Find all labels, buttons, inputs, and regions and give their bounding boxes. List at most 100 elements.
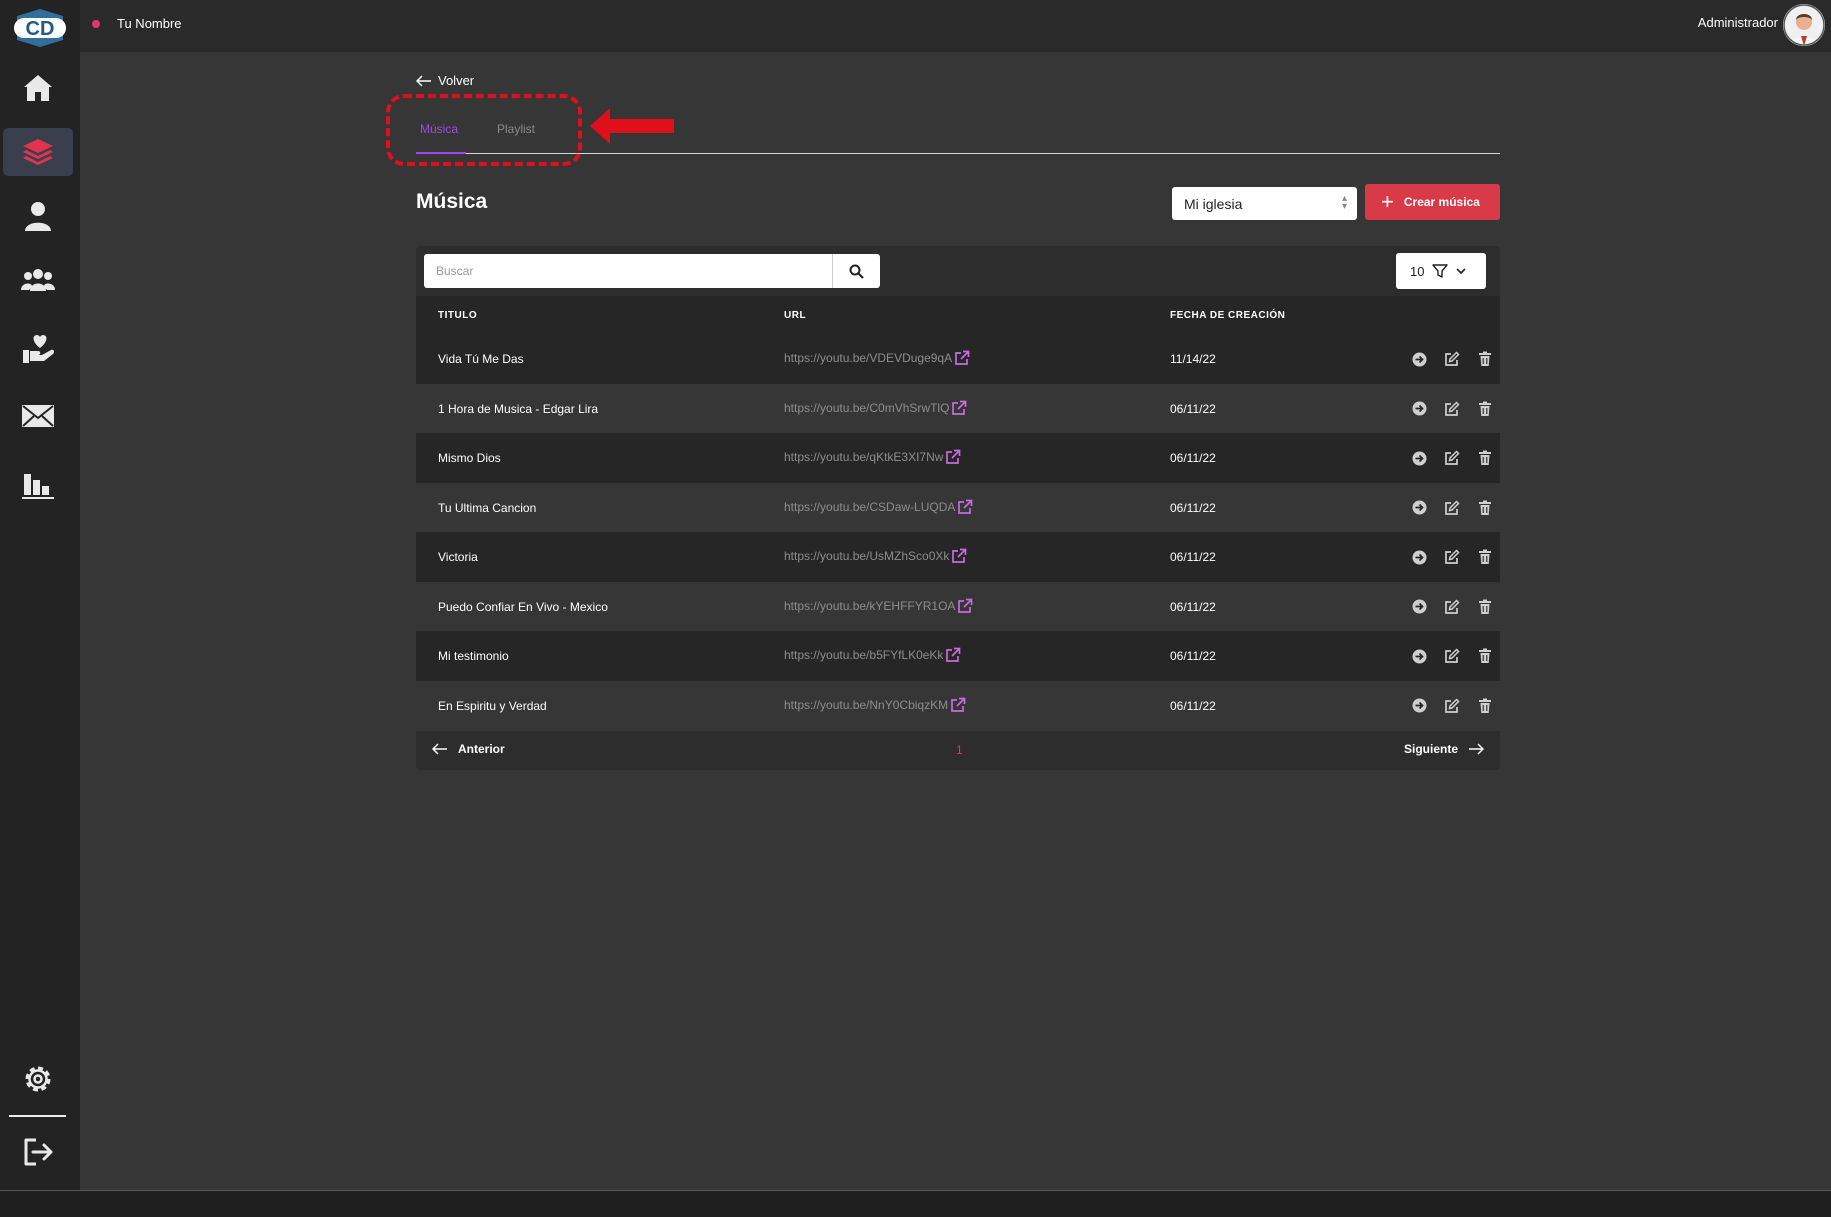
- avatar[interactable]: [1783, 4, 1825, 46]
- row-url-link[interactable]: https://youtu.be/qKtkE3XI7Nw: [784, 449, 961, 465]
- table-row[interactable]: Puedo Confiar En Vivo - Mexico https://yo…: [416, 581, 1500, 632]
- edit-icon: [1445, 697, 1460, 713]
- row-url-link[interactable]: https://youtu.be/VDEVDuge9qA: [784, 350, 970, 366]
- edit-button[interactable]: [1443, 350, 1461, 368]
- sidebar-item-groups[interactable]: [3, 256, 73, 304]
- sidebar-item-user[interactable]: [3, 192, 73, 240]
- header-url[interactable]: URL: [784, 310, 806, 321]
- view-button[interactable]: [1410, 647, 1428, 665]
- row-url-link[interactable]: https://youtu.be/UsMZhSco0Xk: [784, 548, 967, 564]
- row-actions: [1410, 598, 1494, 616]
- search-input[interactable]: [424, 254, 846, 288]
- sidebar-item-reports[interactable]: [3, 460, 73, 508]
- arrow-circle-right-icon: [1412, 698, 1426, 713]
- user-name[interactable]: Tu Nombre: [117, 16, 182, 31]
- page-size-filter[interactable]: 10: [1396, 253, 1486, 289]
- sidebar-item-content[interactable]: [3, 128, 73, 176]
- row-url: https://youtu.be/qKtkE3XI7Nw: [784, 450, 944, 464]
- table-row[interactable]: Victoria https://youtu.be/UsMZhSco0Xk 06/1…: [416, 532, 1500, 582]
- row-url: https://youtu.be/b5FYfLK0eKk: [784, 648, 944, 662]
- delete-button[interactable]: [1476, 350, 1494, 368]
- arrow-right-icon: [1469, 743, 1484, 755]
- arrow-left-icon: [432, 743, 447, 755]
- view-button[interactable]: [1410, 400, 1428, 418]
- arrow-circle-right-icon: [1412, 451, 1426, 465]
- logo-text: CD: [26, 18, 55, 40]
- trash-icon: [1479, 648, 1491, 663]
- header-date[interactable]: FECHA DE CREACIÓN: [1170, 310, 1285, 321]
- edit-icon: [1445, 400, 1460, 416]
- table-row[interactable]: Vida Tú Me Das https://youtu.be/VDEVDuge9…: [416, 334, 1500, 384]
- arrow-circle-right-icon: [1412, 550, 1426, 564]
- row-actions: [1410, 548, 1494, 566]
- view-button[interactable]: [1410, 598, 1428, 616]
- row-title: Mismo Dios: [438, 451, 501, 465]
- external-link-icon: [958, 598, 973, 613]
- row-url-link[interactable]: https://youtu.be/NnY0CbiqzKM: [784, 697, 966, 713]
- edit-button[interactable]: [1443, 449, 1461, 467]
- edit-button[interactable]: [1443, 400, 1461, 418]
- row-url-link[interactable]: https://youtu.be/C0mVhSrwTlQ: [784, 400, 967, 416]
- view-button[interactable]: [1410, 548, 1428, 566]
- external-link-icon: [955, 350, 970, 365]
- next-page-button[interactable]: Siguiente: [1404, 742, 1484, 756]
- edit-icon: [1445, 648, 1460, 663]
- header-title[interactable]: TITULO: [438, 310, 477, 321]
- view-button[interactable]: [1410, 499, 1428, 517]
- church-select[interactable]: Mi iglesia ▴ ▾: [1172, 187, 1357, 220]
- sidebar-item-home[interactable]: [3, 64, 73, 112]
- sidebar-item-donations[interactable]: [3, 324, 73, 372]
- delete-button[interactable]: [1476, 548, 1494, 566]
- edit-button[interactable]: [1443, 598, 1461, 616]
- create-music-button[interactable]: + Crear música: [1365, 184, 1500, 220]
- filter-icon: [1432, 264, 1449, 278]
- delete-button[interactable]: [1476, 598, 1494, 616]
- sidebar-divider: [9, 1115, 66, 1117]
- back-label: Volver: [438, 73, 475, 88]
- prev-page-button[interactable]: Anterior: [432, 742, 505, 756]
- delete-button[interactable]: [1476, 499, 1494, 517]
- delete-button[interactable]: [1476, 697, 1494, 715]
- row-date: 06/11/22: [1170, 649, 1216, 663]
- table-row[interactable]: En Espiritu y Verdad https://youtu.be/NnY…: [416, 680, 1500, 731]
- sidebar-item-settings[interactable]: [3, 1055, 73, 1103]
- row-date: 06/11/22: [1170, 698, 1216, 713]
- table-header: TITULO URL FECHA DE CREACIÓN: [416, 296, 1500, 334]
- page-number[interactable]: 1: [956, 743, 963, 757]
- row-date: 11/14/22: [1170, 352, 1216, 366]
- delete-button[interactable]: [1476, 647, 1494, 665]
- sidebar-item-logout[interactable]: [3, 1128, 73, 1176]
- delete-button[interactable]: [1476, 400, 1494, 418]
- sidebar-item-messages[interactable]: [3, 392, 73, 440]
- edit-button[interactable]: [1443, 548, 1461, 566]
- row-date: 06/11/22: [1170, 500, 1216, 515]
- edit-icon: [1445, 499, 1460, 515]
- table-row[interactable]: Mismo Dios https://youtu.be/qKtkE3XI7Nw 06…: [416, 433, 1500, 483]
- user-role[interactable]: Administrador: [1698, 15, 1778, 30]
- row-title: En Espiritu y Verdad: [438, 698, 547, 713]
- row-date: 06/11/22: [1170, 401, 1216, 416]
- table-row[interactable]: 1 Hora de Musica - Edgar Lira https://you…: [416, 383, 1500, 434]
- row-url-link[interactable]: https://youtu.be/CSDaw-LUQDA: [784, 499, 973, 515]
- delete-button[interactable]: [1476, 449, 1494, 467]
- status-dot: [92, 20, 100, 28]
- table-row[interactable]: Mi testimonio https://youtu.be/b5FYfLK0eK…: [416, 631, 1500, 681]
- table-row[interactable]: Tu Ultima Cancion https://youtu.be/CSDaw-…: [416, 482, 1500, 533]
- user-icon: [25, 202, 51, 231]
- edit-button[interactable]: [1443, 499, 1461, 517]
- top-bar: Tu Nombre Administrador: [80, 0, 1831, 52]
- back-link[interactable]: Volver: [416, 73, 474, 88]
- edit-button[interactable]: [1443, 697, 1461, 715]
- app-logo[interactable]: CD: [11, 8, 69, 48]
- row-url: https://youtu.be/CSDaw-LUQDA: [784, 499, 956, 514]
- row-url-link[interactable]: https://youtu.be/kYEHFFYR1OA: [784, 598, 973, 614]
- view-button[interactable]: [1410, 449, 1428, 467]
- view-button[interactable]: [1410, 697, 1428, 715]
- edit-button[interactable]: [1443, 647, 1461, 665]
- row-url-link[interactable]: https://youtu.be/b5FYfLK0eKk: [784, 647, 961, 663]
- stats-icon: [22, 474, 54, 499]
- view-button[interactable]: [1410, 350, 1428, 368]
- music-table-card: 10 TITULO URL FECHA DE CREACIÓN Vida Tú …: [416, 246, 1500, 770]
- arrow-circle-right-icon: [1412, 401, 1426, 416]
- search-button[interactable]: [832, 254, 880, 288]
